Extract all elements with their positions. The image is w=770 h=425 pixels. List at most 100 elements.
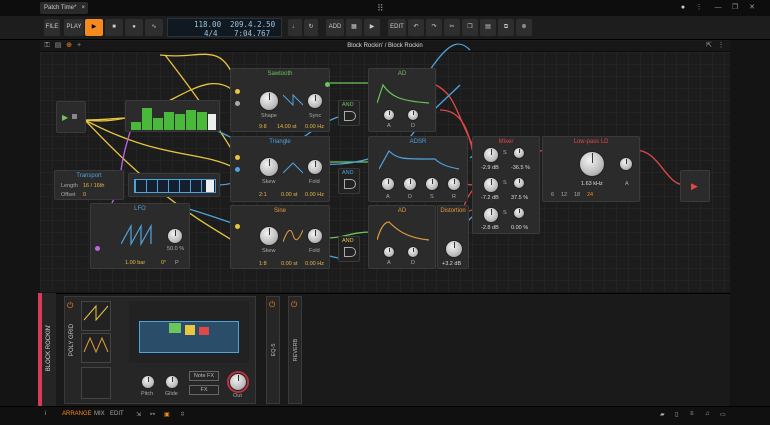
eq-device[interactable]: ⏻ EQ-5 <box>266 296 280 404</box>
ad-envelope-1[interactable]: AD A D <box>368 68 436 132</box>
gate-sequencer-module[interactable] <box>128 173 220 197</box>
saw-ratio[interactable]: 9:8 <box>259 124 267 130</box>
sine-ratio[interactable]: 1:8 <box>259 261 267 267</box>
module-preview[interactable] <box>81 367 111 399</box>
ad1-attack-knob[interactable] <box>383 109 395 121</box>
distortion-value[interactable]: +3.2 dB <box>442 261 461 267</box>
cutoff-value[interactable]: 1.63 kHz <box>581 181 603 187</box>
popout-icon[interactable]: ⇱ <box>705 41 713 51</box>
reverb-device[interactable]: ⏻ REVERB <box>288 296 302 404</box>
folder-icon[interactable]: ▰ <box>660 411 665 418</box>
track-header[interactable]: BLOCK ROCKIN' <box>42 293 56 406</box>
step-sequencer-module[interactable] <box>125 100 220 132</box>
more-menu-icon[interactable]: ⋮ <box>694 3 704 13</box>
distortion-module[interactable]: Distortion +3.2 dB <box>437 205 469 269</box>
mixer-ch3-pan[interactable]: 0.00 % <box>511 225 528 231</box>
transport-display[interactable]: 118.00 4/4 209.4.2.50 7:04.767 <box>167 18 282 38</box>
tri-ratio[interactable]: 2:1 <box>259 192 267 198</box>
lfo-rate-value[interactable]: 1.00 bar <box>125 260 145 266</box>
and-gate-1[interactable]: AND <box>338 100 360 126</box>
poly-grid-device[interactable]: ⏻ POLY GRID Pitch Glide Note FX FX Out <box>64 296 256 404</box>
step-bar-active[interactable] <box>208 114 216 130</box>
mixer-ch2-pan-knob[interactable] <box>513 177 525 189</box>
mixer-ch2-pan[interactable]: 37.5 % <box>511 195 528 201</box>
close-tab-icon[interactable]: × <box>81 2 85 14</box>
play-button[interactable]: ▶ <box>85 19 103 36</box>
file-icon[interactable]: ▯ <box>675 411 678 418</box>
mixer-module[interactable]: Mixer S -2.9 dB -36.5 % S -7.2 dB 37.5 %… <box>472 136 540 234</box>
adsr-envelope[interactable]: ADSR A D S R <box>368 136 468 202</box>
tri-hz[interactable]: 0.00 Hz <box>305 192 324 198</box>
slope-18[interactable]: 18 <box>574 192 580 198</box>
note-fx-button[interactable]: Note FX <box>189 371 219 381</box>
sine-semitones[interactable]: 0.00 st <box>281 261 298 267</box>
lfo-shape-knob[interactable] <box>167 228 183 244</box>
mixer-ch2-level-knob[interactable] <box>483 177 499 193</box>
project-tab[interactable]: Patch Time* × <box>40 2 88 14</box>
automation-button[interactable]: ∿ <box>145 19 163 36</box>
step-bar[interactable] <box>164 112 174 130</box>
skew-knob[interactable] <box>259 157 279 177</box>
note-in-module[interactable]: ▶ <box>56 101 86 133</box>
step-bars[interactable] <box>131 105 216 130</box>
saw-out-port[interactable] <box>325 82 330 87</box>
expand-icon[interactable]: ⇳ <box>180 411 185 418</box>
fx-button[interactable]: FX <box>189 385 219 395</box>
tempo-value[interactable]: 118.00 <box>194 20 221 29</box>
time-value[interactable]: 7:04.767 <box>234 29 270 38</box>
maximize-icon[interactable]: ❐ <box>730 3 740 13</box>
mixer-ch2-s[interactable]: S <box>503 180 507 186</box>
mixer-ch1-s[interactable]: S <box>503 150 507 156</box>
time-signature[interactable]: 4/4 <box>204 29 218 38</box>
step-bar[interactable] <box>175 114 185 130</box>
sync-knob[interactable] <box>307 93 323 109</box>
step-bar[interactable] <box>142 108 152 130</box>
lfo-phase-value[interactable]: 0° <box>161 260 166 266</box>
mixer-ch1-level[interactable]: -2.9 dB <box>481 165 499 171</box>
box-icon[interactable]: ▭ <box>720 411 726 418</box>
shape-knob[interactable] <box>259 91 279 111</box>
link-icon[interactable]: ⚯ <box>150 411 155 418</box>
stop-button[interactable]: ■ <box>105 19 123 36</box>
mixer-ch2-level[interactable]: -7.2 dB <box>481 195 499 201</box>
eq-power-icon[interactable]: ⏻ <box>269 300 275 310</box>
duplicate-button[interactable]: ⧉ <box>498 19 514 36</box>
gate-steps[interactable] <box>134 179 216 193</box>
reverb-power-icon[interactable]: ⏻ <box>291 300 297 310</box>
mixer-ch1-pan[interactable]: -36.5 % <box>511 165 530 171</box>
delete-button[interactable]: ⊗ <box>516 19 532 36</box>
tri-semitones[interactable]: 0.00 st <box>281 192 298 198</box>
audio-out-module[interactable]: ▶ <box>680 170 710 202</box>
sine-hz[interactable]: 0.00 Hz <box>305 261 324 267</box>
mixer-ch1-level-knob[interactable] <box>483 147 499 163</box>
ad2-decay-knob[interactable] <box>407 246 419 258</box>
tri-pitch-port[interactable] <box>235 155 240 160</box>
saw-preview[interactable] <box>81 301 111 331</box>
saw-hz[interactable]: 0.00 Hz <box>305 124 324 130</box>
edit-menu-button[interactable]: EDIT <box>388 19 406 36</box>
step-bar[interactable] <box>186 110 196 130</box>
minimize-icon[interactable]: — <box>713 3 723 13</box>
pitch-knob[interactable] <box>141 375 155 389</box>
editor-menu-icon[interactable]: ⋮ <box>717 41 725 51</box>
step-bar[interactable] <box>197 112 207 130</box>
out-knob[interactable] <box>229 373 247 391</box>
step-bar[interactable] <box>153 118 163 130</box>
mix-tab[interactable]: MIX <box>94 411 105 417</box>
resonance-knob[interactable] <box>619 157 633 171</box>
sine-skew-knob[interactable] <box>259 226 279 246</box>
saw-semitones[interactable]: 14.00 st <box>277 124 297 130</box>
mixer-ch1-pan-knob[interactable] <box>513 147 525 159</box>
position-value[interactable]: 209.4.2.50 <box>230 20 275 29</box>
transport-module[interactable]: Transport Length 16 / 16th Offset 0 <box>54 170 124 200</box>
ad1-decay-knob[interactable] <box>407 109 419 121</box>
mixer-ch3-s[interactable]: S <box>503 210 507 216</box>
next-button[interactable]: ▶ <box>364 19 380 36</box>
adsr-release-knob[interactable] <box>447 177 461 191</box>
fold-knob[interactable] <box>307 159 323 175</box>
redo-button[interactable]: ↷ <box>426 19 442 36</box>
slope-12[interactable]: 12 <box>561 192 567 198</box>
step-bar[interactable] <box>131 122 141 130</box>
glide-knob[interactable] <box>165 375 179 389</box>
ad-envelope-2[interactable]: AD A D <box>368 205 436 269</box>
